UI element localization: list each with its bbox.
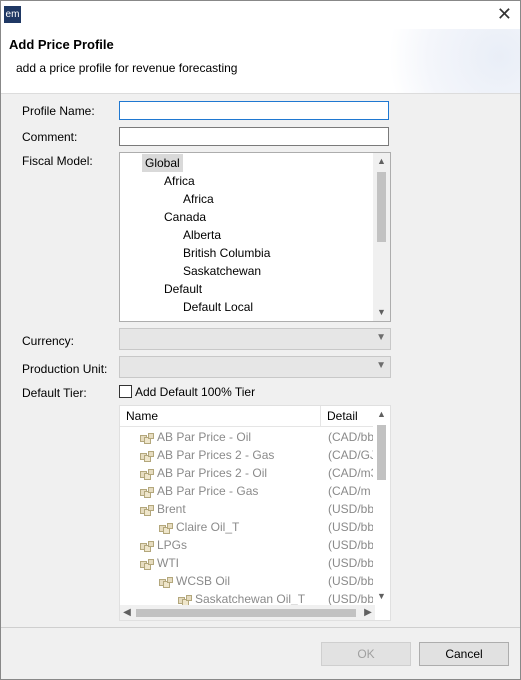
comment-input[interactable] <box>119 127 389 146</box>
row-detail: (CAD/GJ <box>328 448 376 462</box>
row-detail: (CAD/bb <box>328 430 375 444</box>
table-vertical-scrollbar[interactable]: ▲ ▼ <box>373 406 390 605</box>
table-row[interactable]: AB Par Price - Oil <box>140 428 251 446</box>
scroll-up-icon[interactable]: ▲ <box>373 406 390 423</box>
row-detail: (USD/bb <box>328 574 375 588</box>
title-bar: em ✕ <box>1 1 520 29</box>
row-name: AB Par Prices 2 - Oil <box>157 466 268 480</box>
scroll-thumb[interactable] <box>377 172 386 242</box>
chevron-down-icon: ▼ <box>376 332 386 343</box>
tree-node-global[interactable]: Global <box>142 154 183 172</box>
production-unit-select[interactable]: ▼ <box>119 356 391 378</box>
scroll-left-icon[interactable]: ◀ <box>120 605 134 620</box>
price-folder-icon <box>140 504 154 516</box>
fiscal-model-tree[interactable]: Global Africa Africa Canada Alberta Brit… <box>119 152 391 322</box>
price-folder-icon <box>159 522 173 534</box>
row-detail: (CAD/m3 <box>328 466 378 480</box>
close-icon[interactable]: ✕ <box>497 4 512 24</box>
dialog-header: Add Price Profile add a price profile fo… <box>1 29 520 94</box>
table-horizontal-scrollbar[interactable]: ◀ ▶ <box>120 605 375 620</box>
header-decoration <box>380 29 520 93</box>
table-row[interactable]: AB Par Price - Gas <box>140 482 258 500</box>
table-row[interactable]: AB Par Prices 2 - Oil <box>140 464 267 482</box>
scroll-down-icon[interactable]: ▼ <box>373 588 390 605</box>
column-header-detail[interactable]: Detail <box>327 409 358 423</box>
default-tier-checkbox-label[interactable]: Add Default 100% Tier <box>135 385 255 399</box>
table-row[interactable]: Claire Oil_T <box>159 518 239 536</box>
row-name: Saskatchewan Oil_T <box>195 592 306 606</box>
profile-name-input[interactable] <box>119 101 389 120</box>
cancel-button[interactable]: Cancel <box>419 642 509 666</box>
row-name: Claire Oil_T <box>176 520 240 534</box>
table-row[interactable]: WTI <box>140 554 179 572</box>
price-folder-icon <box>140 540 154 552</box>
row-detail: (USD/bb <box>328 502 375 516</box>
row-detail: (CAD/m <box>328 484 371 498</box>
table-row[interactable]: LPGs <box>140 536 187 554</box>
row-name: AB Par Price - Gas <box>157 484 259 498</box>
ok-button[interactable]: OK <box>321 642 411 666</box>
row-name: WTI <box>157 556 179 570</box>
profile-name-label: Profile Name: <box>22 104 95 118</box>
tree-node-saskatchewan[interactable]: Saskatchewan <box>183 262 261 280</box>
scroll-thumb[interactable] <box>377 425 386 480</box>
row-name: LPGs <box>157 538 188 552</box>
row-name: AB Par Price - Oil <box>157 430 252 444</box>
scroll-right-icon[interactable]: ▶ <box>361 605 375 620</box>
production-unit-label: Production Unit: <box>22 362 108 376</box>
price-folder-icon <box>140 432 154 444</box>
tree-node-default-local[interactable]: Default Local <box>183 298 253 316</box>
chevron-down-icon: ▼ <box>376 360 386 371</box>
price-profile-table[interactable]: Name Detail AB Par Price - Oil (CAD/bb AB … <box>119 405 391 621</box>
tree-node-africa-child[interactable]: Africa <box>183 190 214 208</box>
footer-divider <box>1 627 520 628</box>
row-name: Brent <box>157 502 186 516</box>
comment-label: Comment: <box>22 130 78 144</box>
row-name: WCSB Oil <box>176 574 230 588</box>
tree-node-british-columbia[interactable]: British Columbia <box>183 244 270 262</box>
currency-select[interactable]: ▼ <box>119 328 391 350</box>
tree-node-alberta[interactable]: Alberta <box>183 226 221 244</box>
add-price-profile-dialog: em ✕ Add Price Profile add a price profi… <box>0 0 521 680</box>
price-folder-icon <box>140 468 154 480</box>
scroll-down-icon[interactable]: ▼ <box>373 304 390 321</box>
row-name: AB Par Prices 2 - Gas <box>157 448 275 462</box>
scroll-up-icon[interactable]: ▲ <box>373 153 390 170</box>
row-detail: (USD/bb <box>328 520 375 534</box>
fiscal-tree-scrollbar[interactable]: ▲ ▼ <box>373 153 390 321</box>
dialog-subtitle: add a price profile for revenue forecast… <box>16 61 238 75</box>
dialog-title: Add Price Profile <box>9 37 114 52</box>
currency-label: Currency: <box>22 334 75 348</box>
column-divider[interactable] <box>320 406 321 426</box>
price-folder-icon <box>140 558 154 570</box>
fiscal-model-label: Fiscal Model: <box>22 154 93 168</box>
price-folder-icon <box>159 576 173 588</box>
table-row[interactable]: Brent <box>140 500 186 518</box>
table-header: Name Detail <box>120 406 375 427</box>
table-row[interactable]: WCSB Oil <box>159 572 230 590</box>
scroll-thumb[interactable] <box>136 609 356 617</box>
tree-node-canada[interactable]: Canada <box>164 208 206 226</box>
tree-node-default[interactable]: Default <box>164 280 202 298</box>
tree-node-africa[interactable]: Africa <box>164 172 195 190</box>
default-tier-label: Default Tier: <box>22 386 87 400</box>
row-detail: (USD/bb <box>328 538 375 552</box>
app-icon: em <box>4 6 21 23</box>
column-header-name[interactable]: Name <box>126 409 158 423</box>
price-folder-icon <box>140 486 154 498</box>
table-row[interactable]: AB Par Prices 2 - Gas <box>140 446 274 464</box>
row-detail: (USD/bb <box>328 556 375 570</box>
default-tier-checkbox[interactable] <box>119 385 132 398</box>
price-folder-icon <box>140 450 154 462</box>
